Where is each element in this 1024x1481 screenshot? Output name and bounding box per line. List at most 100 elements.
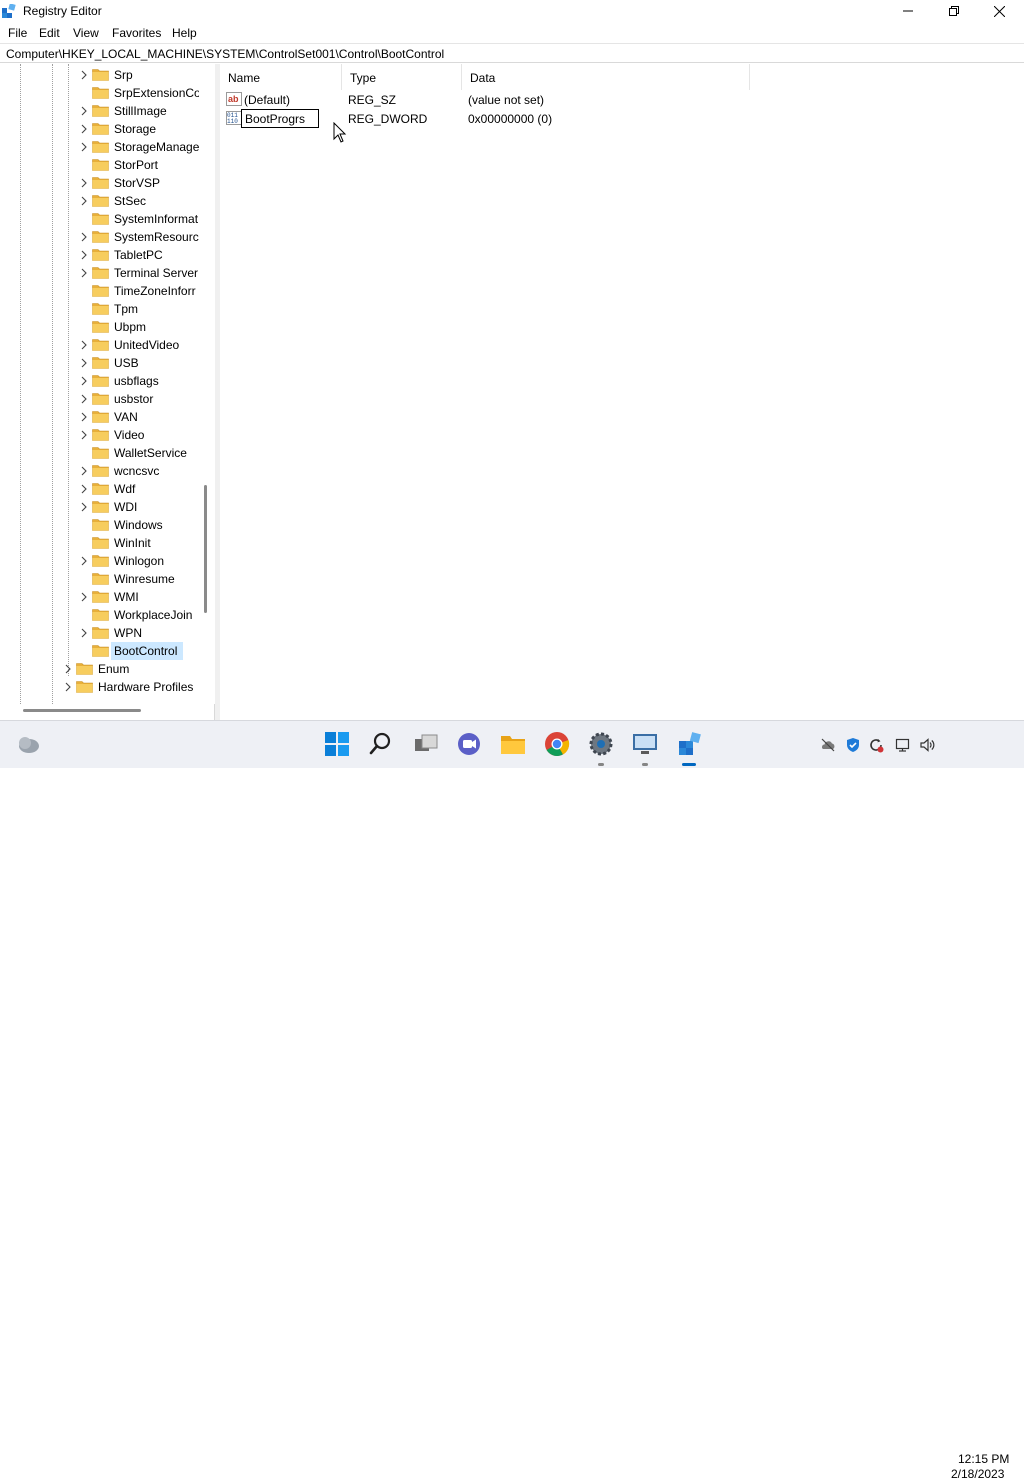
remote-desktop-icon[interactable]: [632, 731, 658, 757]
task-view-icon[interactable]: [413, 731, 439, 757]
chevron-right-icon[interactable]: [80, 124, 88, 134]
tree-node[interactable]: usbstor: [0, 390, 200, 408]
tree-node[interactable]: WPN: [0, 624, 200, 642]
chevron-right-icon[interactable]: [80, 250, 88, 260]
tree-node[interactable]: SystemResource: [0, 228, 205, 246]
tree-node[interactable]: TabletPC: [0, 246, 200, 264]
value-row[interactable]: ab (Default) REG_SZ (value not set): [220, 90, 1024, 109]
chevron-right-icon[interactable]: [80, 484, 88, 494]
update-icon[interactable]: [868, 737, 884, 753]
tree-node[interactable]: Hardware Profiles: [0, 678, 200, 696]
tree-node[interactable]: Windows: [0, 516, 200, 534]
tree-vertical-scrollbar[interactable]: [199, 64, 215, 704]
values-list[interactable]: Name Type Data ab (Default) REG_SZ (valu…: [220, 64, 1024, 720]
chevron-right-icon[interactable]: [80, 430, 88, 440]
chevron-right-icon[interactable]: [80, 196, 88, 206]
registry-editor-icon[interactable]: [677, 731, 703, 757]
tree-node[interactable]: SystemInformat: [0, 210, 200, 228]
tree-node[interactable]: WalletService: [0, 444, 200, 462]
chevron-right-icon[interactable]: [80, 340, 88, 350]
tree-node[interactable]: SrpExtensionCo: [0, 84, 201, 102]
tree-node[interactable]: Srp: [0, 66, 200, 84]
chevron-right-icon[interactable]: [80, 502, 88, 512]
tree-node[interactable]: WorkplaceJoin: [0, 606, 200, 624]
weather-icon[interactable]: [16, 733, 40, 755]
chevron-right-icon[interactable]: [80, 412, 88, 422]
tree-node[interactable]: WinInit: [0, 534, 200, 552]
tree-node[interactable]: Video: [0, 426, 200, 444]
tree-node[interactable]: StillImage: [0, 102, 200, 120]
chevron-right-icon[interactable]: [80, 358, 88, 368]
tree-node[interactable]: Wdf: [0, 480, 200, 498]
key-tree[interactable]: Srp SrpExtensionCo StillImage Storage Storag…: [0, 64, 215, 704]
title-bar[interactable]: Registry Editor: [0, 0, 1024, 22]
restore-button[interactable]: [931, 0, 977, 22]
start-icon[interactable]: [324, 731, 350, 757]
tree-node-label: StillImage: [114, 104, 167, 118]
chevron-right-icon[interactable]: [80, 394, 88, 404]
tree-node[interactable]: StorVSP: [0, 174, 200, 192]
tree-node[interactable]: WMI: [0, 588, 200, 606]
tree-node[interactable]: Terminal Server: [0, 264, 200, 282]
tree-node[interactable]: UnitedVideo: [0, 336, 200, 354]
chevron-right-icon[interactable]: [80, 232, 88, 242]
tree-node[interactable]: StSec: [0, 192, 200, 210]
column-header-type[interactable]: Type: [342, 64, 462, 90]
tree-node[interactable]: Storage: [0, 120, 200, 138]
address-path[interactable]: Computer\HKEY_LOCAL_MACHINE\SYSTEM\Contr…: [6, 47, 444, 61]
menu-view[interactable]: View: [73, 26, 99, 40]
menu-favorites[interactable]: Favorites: [112, 26, 161, 40]
chevron-right-icon[interactable]: [80, 70, 88, 80]
chevron-right-icon[interactable]: [80, 268, 88, 278]
minimize-button[interactable]: [885, 0, 931, 22]
tree-node[interactable]: BootControl: [0, 642, 200, 660]
menu-file[interactable]: File: [8, 26, 27, 40]
chevron-right-icon[interactable]: [64, 682, 72, 692]
rename-input[interactable]: BootProgrs: [241, 109, 319, 128]
tree-node[interactable]: Tpm: [0, 300, 200, 318]
network-icon[interactable]: [895, 737, 911, 753]
tree-node[interactable]: Winresume: [0, 570, 200, 588]
onedrive-icon[interactable]: [820, 737, 836, 753]
tree-node[interactable]: Ubpm: [0, 318, 200, 336]
menu-help[interactable]: Help: [172, 26, 197, 40]
tree-node[interactable]: VAN: [0, 408, 200, 426]
chevron-right-icon[interactable]: [80, 376, 88, 386]
folder-icon: [92, 447, 109, 459]
tree-node[interactable]: TimeZoneInforr: [0, 282, 200, 300]
tree-node[interactable]: usbflags: [0, 372, 200, 390]
menu-edit[interactable]: Edit: [39, 26, 60, 40]
tree-node[interactable]: Winlogon: [0, 552, 200, 570]
file-explorer-icon[interactable]: [500, 731, 526, 757]
rename-input-text[interactable]: BootProgrs: [245, 112, 305, 126]
chrome-icon[interactable]: [544, 731, 570, 757]
chevron-right-icon[interactable]: [80, 466, 88, 476]
tree-node[interactable]: StorageManage: [0, 138, 200, 156]
chevron-right-icon[interactable]: [80, 592, 88, 602]
chevron-right-icon[interactable]: [80, 178, 88, 188]
tree-node[interactable]: wcncsvc: [0, 462, 200, 480]
tree-horizontal-scroll-thumb[interactable]: [23, 709, 141, 712]
tree-horizontal-scrollbar[interactable]: [0, 704, 215, 720]
tree-node[interactable]: WDI: [0, 498, 200, 516]
search-icon[interactable]: [368, 731, 394, 757]
chevron-right-icon[interactable]: [80, 628, 88, 638]
tree-node[interactable]: Enum: [0, 660, 200, 678]
column-header-name[interactable]: Name: [220, 64, 342, 90]
tree-vertical-scroll-thumb[interactable]: [204, 485, 207, 613]
chevron-right-icon[interactable]: [80, 106, 88, 116]
chevron-right-icon[interactable]: [64, 664, 72, 674]
security-shield-icon[interactable]: [845, 737, 861, 753]
column-header-data[interactable]: Data: [462, 64, 750, 90]
volume-icon[interactable]: [919, 737, 935, 753]
settings-icon[interactable]: [588, 731, 614, 757]
folder-icon: [92, 303, 109, 315]
chevron-right-icon[interactable]: [80, 556, 88, 566]
chevron-right-icon[interactable]: [80, 142, 88, 152]
close-button[interactable]: [976, 0, 1022, 22]
tree-node[interactable]: StorPort: [0, 156, 200, 174]
folder-icon: [92, 555, 109, 567]
teams-chat-icon[interactable]: [456, 731, 482, 757]
address-bar[interactable]: Computer\HKEY_LOCAL_MACHINE\SYSTEM\Contr…: [0, 43, 1024, 63]
tree-node[interactable]: USB: [0, 354, 200, 372]
